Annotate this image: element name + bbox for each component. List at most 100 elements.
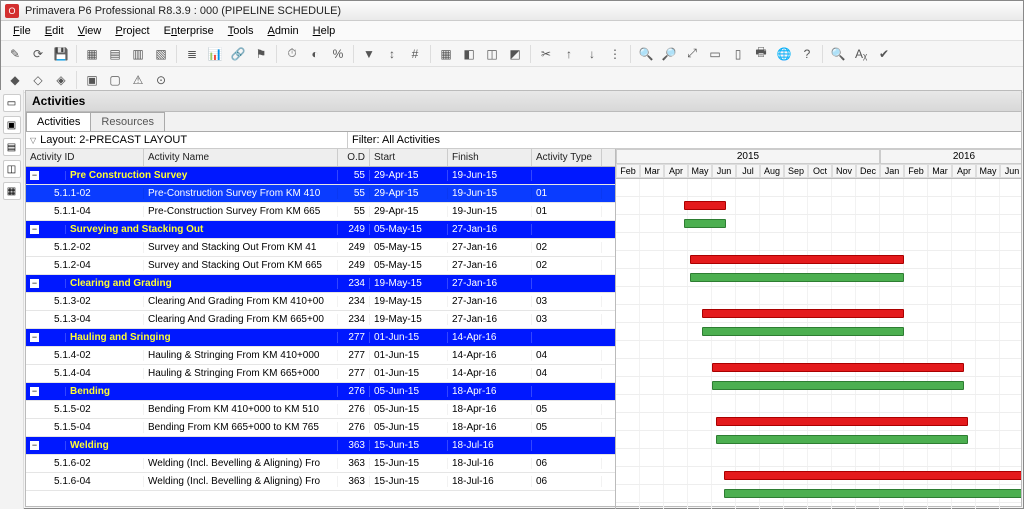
- reports-icon[interactable]: ▤: [3, 138, 21, 156]
- fit-icon[interactable]: ⤢: [682, 44, 702, 64]
- layout-selector[interactable]: ▽ Layout: 2-PRECAST LAYOUT: [26, 132, 348, 148]
- resources-icon[interactable]: ▣: [3, 116, 21, 134]
- col-od[interactable]: O.D: [338, 149, 370, 166]
- tool2g-icon[interactable]: ⊙: [151, 70, 171, 90]
- group-row[interactable]: −Hauling and Sringing27701-Jun-1514-Apr-…: [26, 329, 615, 347]
- menu-enterprise[interactable]: Enterprise: [158, 23, 220, 39]
- col-activity-name[interactable]: Activity Name: [144, 149, 338, 166]
- menu-admin[interactable]: Admin: [261, 23, 304, 39]
- gantt-bar[interactable]: [724, 471, 1021, 480]
- spell-icon[interactable]: ✔: [874, 44, 894, 64]
- grid2-icon[interactable]: ▤: [105, 44, 125, 64]
- col-start[interactable]: Start: [370, 149, 448, 166]
- col-type[interactable]: Activity Type: [532, 149, 602, 166]
- activity-row[interactable]: 5.1.2-04Survey and Stacking Out From KM …: [26, 257, 615, 275]
- gantt-bar[interactable]: [684, 201, 726, 210]
- gantt-bar[interactable]: [712, 363, 964, 372]
- group-row[interactable]: −Surveying and Stacking Out24905-May-152…: [26, 221, 615, 239]
- menu-project[interactable]: Project: [109, 23, 155, 39]
- gantt-bar[interactable]: [702, 327, 904, 336]
- gantt-bar[interactable]: [716, 435, 968, 444]
- arrow-up-icon[interactable]: ↑: [559, 44, 579, 64]
- dots-icon[interactable]: ⋮: [605, 44, 625, 64]
- wbs-icon[interactable]: ▦: [3, 182, 21, 200]
- tool2d-icon[interactable]: ▣: [82, 70, 102, 90]
- gantt-body[interactable]: [616, 179, 1021, 509]
- activity-row[interactable]: 5.1.1-02Pre-Construction Survey From KM …: [26, 185, 615, 203]
- col-finish[interactable]: Finish: [448, 149, 532, 166]
- activity-row[interactable]: 5.1.6-04Welding (Incl. Bevelling & Align…: [26, 473, 615, 491]
- tool2c-icon[interactable]: ◈: [51, 70, 71, 90]
- collapse-icon[interactable]: −: [30, 171, 39, 180]
- wbs2-icon[interactable]: ◧: [459, 44, 479, 64]
- tab-activities[interactable]: Activities: [26, 112, 91, 131]
- tool2a-icon[interactable]: ◆: [5, 70, 25, 90]
- group-row[interactable]: −Bending27605-Jun-1518-Apr-16: [26, 383, 615, 401]
- percent-icon[interactable]: %: [328, 44, 348, 64]
- collapse-icon[interactable]: −: [30, 279, 39, 288]
- arrow-down-icon[interactable]: ↓: [582, 44, 602, 64]
- schedule-icon[interactable]: ⏱: [282, 44, 302, 64]
- gantt-bar[interactable]: [724, 489, 1021, 498]
- progress-icon[interactable]: ◐: [305, 44, 325, 64]
- activity-row[interactable]: 5.1.4-04Hauling & Stringing From KM 665+…: [26, 365, 615, 383]
- globe-icon[interactable]: 🌐: [774, 44, 794, 64]
- menu-file[interactable]: File: [7, 23, 37, 39]
- activity-row[interactable]: 5.1.1-04Pre-Construction Survey From KM …: [26, 203, 615, 221]
- collapse-icon[interactable]: −: [30, 441, 39, 450]
- gantt-bar[interactable]: [716, 417, 968, 426]
- col-activity-id[interactable]: Activity ID: [26, 149, 144, 166]
- projects-icon[interactable]: ▭: [3, 94, 21, 112]
- help-icon[interactable]: ?: [797, 44, 817, 64]
- activity-row[interactable]: 5.1.5-02Bending From KM 410+000 to KM 51…: [26, 401, 615, 419]
- grid4-icon[interactable]: ▧: [151, 44, 171, 64]
- grid3-icon[interactable]: ▥: [128, 44, 148, 64]
- activity-row[interactable]: 5.1.3-04Clearing And Grading From KM 665…: [26, 311, 615, 329]
- activity-row[interactable]: 5.1.6-02Welding (Incl. Bevelling & Align…: [26, 455, 615, 473]
- activity-row[interactable]: 5.1.2-02Survey and Stacking Out From KM …: [26, 239, 615, 257]
- activity-row[interactable]: 5.1.4-02Hauling & Stringing From KM 410+…: [26, 347, 615, 365]
- refresh-icon[interactable]: ⟳: [28, 44, 48, 64]
- print-icon[interactable]: 🖶: [751, 44, 771, 64]
- group-row[interactable]: −Clearing and Grading23419-May-1527-Jan-…: [26, 275, 615, 293]
- zoom-in-icon[interactable]: 🔍: [636, 44, 656, 64]
- columns-icon[interactable]: ▯: [728, 44, 748, 64]
- wbs-icon[interactable]: ▦: [436, 44, 456, 64]
- hash-icon[interactable]: #: [405, 44, 425, 64]
- gantt-bar[interactable]: [684, 219, 726, 228]
- group-row[interactable]: −Pre Construction Survey5529-Apr-1519-Ju…: [26, 167, 615, 185]
- tool2b-icon[interactable]: ◇: [28, 70, 48, 90]
- cut-icon[interactable]: ✂: [536, 44, 556, 64]
- collapse-icon[interactable]: −: [30, 387, 39, 396]
- ax-icon[interactable]: Aᵪ: [851, 44, 871, 64]
- tab-resources[interactable]: Resources: [90, 112, 165, 131]
- zoom-out-icon[interactable]: 🔎: [659, 44, 679, 64]
- collapse-icon[interactable]: −: [30, 225, 39, 234]
- group-row[interactable]: −Welding36315-Jun-1518-Jul-16: [26, 437, 615, 455]
- page-icon[interactable]: ▭: [705, 44, 725, 64]
- collapse-icon[interactable]: ◫: [482, 44, 502, 64]
- find-icon[interactable]: 🔍: [828, 44, 848, 64]
- tool2e-icon[interactable]: ▢: [105, 70, 125, 90]
- expand-icon[interactable]: ◩: [505, 44, 525, 64]
- menu-edit[interactable]: Edit: [39, 23, 70, 39]
- tool-icon[interactable]: ✎: [5, 44, 25, 64]
- grid-icon[interactable]: ▦: [82, 44, 102, 64]
- menu-view[interactable]: View: [72, 23, 108, 39]
- grid-body[interactable]: −Pre Construction Survey5529-Apr-1519-Ju…: [26, 167, 615, 509]
- collapse-icon[interactable]: −: [30, 333, 39, 342]
- tracking-icon[interactable]: ◫: [3, 160, 21, 178]
- gantt-bar[interactable]: [702, 309, 904, 318]
- activity-row[interactable]: 5.1.5-04Bending From KM 665+000 to KM 76…: [26, 419, 615, 437]
- tool2f-icon[interactable]: ⚠: [128, 70, 148, 90]
- filter-icon[interactable]: ▼: [359, 44, 379, 64]
- save-icon[interactable]: 💾: [51, 44, 71, 64]
- link-icon[interactable]: 🔗: [228, 44, 248, 64]
- gantt-bar[interactable]: [690, 255, 904, 264]
- activity-row[interactable]: 5.1.3-02Clearing And Grading From KM 410…: [26, 293, 615, 311]
- chart-icon[interactable]: 📊: [205, 44, 225, 64]
- sort-icon[interactable]: ↕: [382, 44, 402, 64]
- menu-tools[interactable]: Tools: [222, 23, 260, 39]
- bars-icon[interactable]: ≣: [182, 44, 202, 64]
- gantt-bar[interactable]: [690, 273, 904, 282]
